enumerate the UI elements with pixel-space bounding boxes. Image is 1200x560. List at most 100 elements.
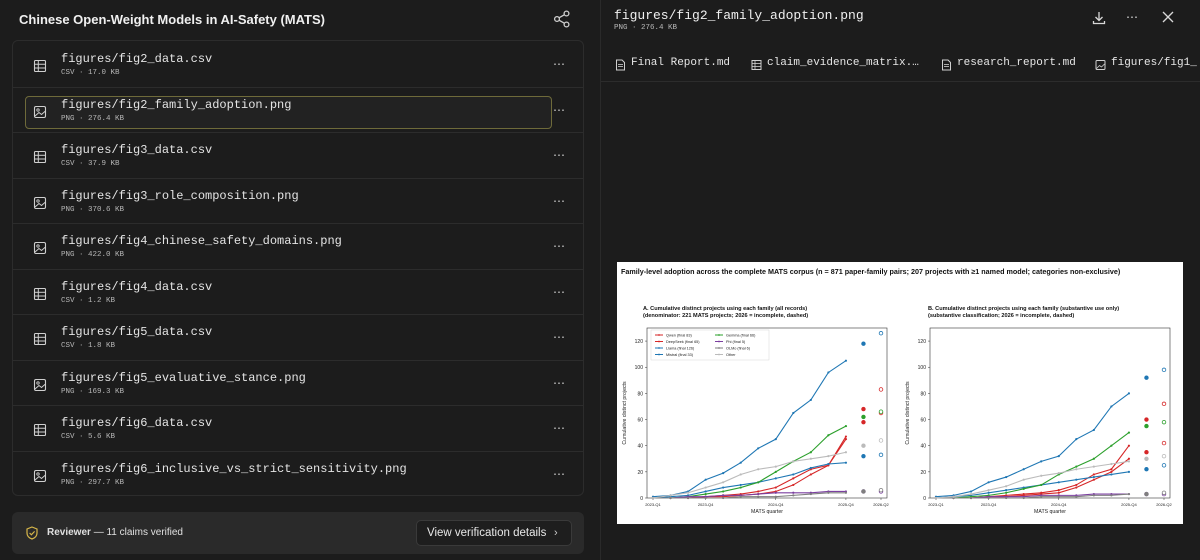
file-more-options-button[interactable]: ⋯ [553, 467, 565, 481]
file-row[interactable]: figures/fig5_evaluative_stance.png PNG · … [13, 360, 583, 404]
incomplete-data-point [1161, 440, 1167, 446]
shield-check-icon [25, 526, 39, 540]
series-line [653, 425, 847, 499]
legend-entry: Other [726, 353, 736, 357]
file-row[interactable]: figures/fig3_role_composition.png PNG · 3… [13, 178, 583, 222]
incomplete-data-point [1144, 467, 1149, 472]
data-point [722, 490, 725, 493]
legend-marker [658, 347, 660, 349]
reviewer-bar: Reviewer — 11 claims verified View verif… [12, 512, 584, 554]
share-button[interactable] [552, 9, 572, 29]
data-point [651, 496, 655, 500]
incomplete-data-point [1161, 490, 1167, 495]
file-row[interactable]: figures/fig2_data.csv CSV · 17.0 KB ⋯ [13, 41, 583, 85]
data-point [686, 491, 690, 494]
data-point [792, 491, 795, 494]
data-point [1127, 444, 1131, 447]
data-point [1057, 491, 1060, 494]
data-point [1005, 491, 1008, 494]
data-point [792, 460, 795, 463]
file-name: figures/fig5_evaluative_stance.png [61, 370, 306, 385]
file-row[interactable]: figures/fig6_data.csv CSV · 5.6 KB ⋯ [13, 405, 583, 449]
panel-a-title: A. Cumulative distinct projects using ea… [643, 306, 808, 319]
data-point [739, 473, 742, 476]
file-meta: PNG · 276.4 KB [61, 114, 125, 123]
legend-entry: Qwen (final 83) [666, 334, 692, 338]
incomplete-data-point [1144, 423, 1149, 429]
data-point [757, 492, 760, 496]
y-tick-label: 120 [635, 339, 644, 345]
x-tick-label: 2023-Q1 [645, 502, 661, 507]
incomplete-data-point [861, 443, 866, 448]
document-icon [941, 58, 952, 71]
file-row[interactable]: figures/fig6_inclusive_vs_strict_sensiti… [13, 451, 583, 495]
file-row[interactable]: figures/fig5_data.csv CSV · 1.8 KB ⋯ [13, 314, 583, 358]
file-more-options-button[interactable]: ⋯ [553, 57, 565, 71]
file-more-options-button[interactable]: ⋯ [553, 330, 565, 344]
more-options-button[interactable]: ⋯ [1126, 10, 1138, 24]
file-row[interactable]: figures/fig4_data.csv CSV · 1.2 KB ⋯ [13, 269, 583, 313]
legend-entry: Mistral (final 33) [666, 353, 694, 357]
data-point [1127, 470, 1131, 473]
file-more-options-button[interactable]: ⋯ [553, 285, 565, 299]
incomplete-data-point [1144, 450, 1149, 455]
data-point [809, 398, 812, 402]
file-meta: CSV · 37.9 KB [61, 160, 120, 168]
data-point [1127, 457, 1131, 460]
file-row[interactable]: figures/fig4_chinese_safety_domains.png P… [13, 223, 583, 267]
data-point [1022, 496, 1025, 500]
file-table-icon [33, 150, 47, 164]
incomplete-data-point [878, 409, 884, 414]
incomplete-data-point [878, 438, 884, 443]
file-meta: CSV · 17.0 KB [61, 69, 120, 77]
data-point [757, 495, 760, 498]
series-line [652, 451, 847, 499]
x-tick-label: 2026-Q2 [873, 502, 889, 507]
x-tick-label: 2026-Q2 [1156, 502, 1172, 507]
incomplete-data-point [1161, 401, 1167, 407]
file-row[interactable]: figures/fig2_family_adoption.png PNG · 27… [13, 87, 583, 131]
file-image-icon [33, 241, 47, 255]
data-point [774, 465, 777, 468]
view-verification-details-button[interactable]: View verification details › [416, 520, 572, 546]
data-point [704, 492, 707, 496]
data-point [1057, 495, 1060, 498]
incomplete-data-point [878, 452, 884, 458]
data-point [827, 462, 830, 466]
data-point [1110, 468, 1113, 471]
file-more-options-button[interactable]: ⋯ [553, 239, 565, 253]
download-button[interactable] [1091, 10, 1107, 26]
data-point [1022, 487, 1025, 490]
file-image-icon [33, 105, 47, 119]
data-point [1022, 468, 1025, 471]
data-point [1110, 405, 1113, 408]
file-name: figures/fig3_role_composition.png [61, 188, 299, 203]
data-point [1005, 496, 1008, 500]
legend-marker [718, 334, 720, 336]
incomplete-data-point [861, 489, 866, 494]
y-axis-label: Cumulative distinct projects [905, 381, 911, 445]
plot-area [929, 327, 1171, 499]
x-tick-label: 2025-Q4 [1121, 502, 1137, 507]
y-tick-label: 100 [918, 365, 927, 371]
chart-panel-a: 0 20 40 60 80 100 120 2023-Q1 2023-Q4 2024-Q4 2025… [622, 327, 890, 515]
x-tick-label: 2023-Q1 [928, 502, 944, 507]
file-meta: PNG · 297.7 KB [61, 478, 125, 487]
data-point [1040, 483, 1043, 487]
file-tab-label: figures/fig1_ [1111, 57, 1197, 69]
data-point [739, 461, 742, 464]
close-button[interactable] [1161, 10, 1175, 24]
data-point [1092, 478, 1095, 481]
legend-marker [658, 334, 660, 336]
file-more-options-button[interactable]: ⋯ [553, 376, 565, 390]
data-point [1127, 431, 1131, 434]
x-tick-label: 2024-Q4 [768, 502, 784, 507]
file-more-options-button[interactable]: ⋯ [553, 148, 565, 162]
file-more-options-button[interactable]: ⋯ [553, 103, 565, 117]
file-more-options-button[interactable]: ⋯ [553, 194, 565, 208]
x-tick-label: 2025-Q4 [838, 502, 854, 507]
y-tick-label: 80 [637, 391, 643, 397]
file-row[interactable]: figures/fig3_data.csv CSV · 37.9 KB ⋯ [13, 132, 583, 176]
file-name: figures/fig4_data.csv [61, 279, 213, 294]
file-more-options-button[interactable]: ⋯ [553, 421, 565, 435]
